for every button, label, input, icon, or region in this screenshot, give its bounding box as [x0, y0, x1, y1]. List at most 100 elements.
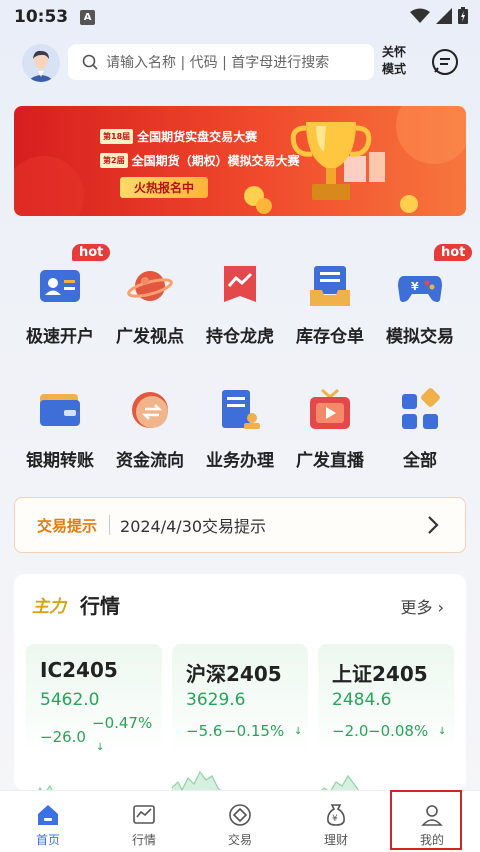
mine-tab-highlight-box — [390, 790, 462, 850]
search-placeholder: 请输入名称 | 代码 | 首字母进行搜索 — [106, 55, 330, 71]
nav-label: 交易 — [227, 833, 252, 847]
contract-name: IC2405 — [40, 658, 118, 682]
hot-badge: hot — [434, 244, 473, 261]
market-title: 行情 — [80, 594, 120, 618]
nav-wealth[interactable]: ¥ 理财 — [288, 791, 384, 852]
header: 请输入名称 | 代码 | 首字母进行搜索 关怀模式 — [0, 40, 480, 86]
tips-divider — [109, 515, 111, 535]
id-card-icon — [40, 270, 80, 302]
banner-tag-1: 第18届 — [100, 129, 134, 144]
grid-item-warehouse-receipt[interactable]: 库存仓单 — [284, 262, 376, 372]
exchange-coin-icon — [132, 392, 168, 428]
grid-item-position-ranking[interactable]: 持仓龙虎 — [194, 262, 286, 372]
down-arrow-icon: ↓ — [438, 726, 447, 737]
banner-title-1: 全国期货实盘交易大赛 — [137, 130, 258, 144]
message-icon[interactable] — [430, 47, 460, 77]
banner-title-2: 全国期货（期权）模拟交易大赛 — [131, 154, 300, 168]
trophy-icon — [290, 122, 372, 200]
grid-label: 极速开户 — [26, 327, 94, 347]
contract-price: 2484.6 — [332, 690, 392, 710]
grid-item-bank-futures-transfer[interactable]: 银期转账 — [14, 386, 106, 496]
contract-pct: −0.08% — [368, 722, 429, 740]
nav-label: 首页 — [35, 833, 60, 847]
signal-icon — [436, 7, 452, 24]
notification-icon: A — [80, 9, 96, 25]
contract-change: −2.0 — [332, 722, 369, 740]
market-card-sz2405[interactable]: 上证2405 2484.6 −2.0 −0.08% ↓ — [318, 644, 454, 790]
apps-grid-icon — [402, 388, 440, 429]
user-avatar-icon — [22, 44, 60, 82]
trend-flag-icon — [224, 266, 256, 302]
grid-label: 模拟交易 — [386, 327, 454, 347]
money-bag-icon: ¥ — [327, 804, 345, 826]
grid-item-gf-viewpoint[interactable]: 广发视点 — [104, 262, 196, 372]
contract-price: 3629.6 — [186, 690, 246, 710]
tv-play-icon — [310, 388, 350, 429]
inbox-icon — [310, 266, 350, 306]
down-arrow-icon: ↓ — [294, 726, 303, 737]
gamepad-icon: ¥ — [398, 276, 442, 302]
chart-icon — [133, 805, 155, 824]
search-input[interactable]: 请输入名称 | 代码 | 首字母进行搜索 — [68, 44, 374, 80]
nav-home[interactable]: 首页 — [0, 791, 96, 852]
contract-change: −26.0 — [40, 728, 86, 746]
banner-tag-2: 第2届 — [100, 153, 128, 168]
nav-label: 理财 — [323, 833, 348, 847]
grid-item-all[interactable]: 全部 — [374, 386, 466, 496]
svg-text:¥: ¥ — [411, 280, 419, 293]
grid-item-simulated-trading[interactable]: ¥ 模拟交易 — [374, 262, 466, 372]
more-label: 更多 — [400, 598, 433, 617]
sparkline — [321, 774, 360, 790]
grid-label: 业务办理 — [206, 451, 274, 471]
main-market-section: 主力 行情 更多 › IC2405 5462.0 −0.47% −26.0 ↓ … — [14, 574, 466, 790]
grid-label: 持仓龙虎 — [206, 327, 274, 347]
sparkline — [172, 770, 221, 790]
wallet-icon — [40, 394, 80, 426]
chevron-right-icon: › — [437, 598, 444, 617]
tips-title: 交易提示 — [37, 516, 98, 535]
promo-banner[interactable]: 第18届 全国期货实盘交易大赛 第2届 全国期货（期权）模拟交易大赛 火热报名中 — [14, 106, 466, 216]
planet-icon — [127, 271, 173, 301]
home-icon — [38, 805, 58, 825]
banner-cta: 火热报名中 — [120, 177, 209, 198]
grid-label: 资金流向 — [116, 451, 184, 471]
hot-badge: hot — [72, 244, 111, 261]
battery-icon — [458, 7, 468, 24]
trading-tips-bar[interactable]: 交易提示 2024/4/30交易提示 — [14, 497, 466, 553]
status-time: 10:53 — [14, 7, 69, 27]
trade-icon — [229, 804, 251, 826]
sparkline — [38, 784, 53, 790]
grid-item-fund-flow[interactable]: 资金流向 — [104, 386, 196, 496]
contract-name: 沪深2405 — [186, 662, 282, 686]
grid-label: 广发视点 — [116, 327, 184, 347]
market-card-ic2405[interactable]: IC2405 5462.0 −0.47% −26.0 ↓ — [26, 644, 162, 790]
search-icon — [82, 54, 98, 70]
avatar[interactable] — [22, 44, 60, 82]
contract-price: 5462.0 — [40, 690, 100, 710]
contract-change: −5.6 — [186, 722, 223, 740]
market-more-link[interactable]: 更多 › — [400, 594, 444, 618]
grid-label: 全部 — [403, 451, 437, 471]
tips-text: 2024/4/30交易提示 — [120, 517, 267, 536]
care-mode-button[interactable]: 关怀模式 — [382, 44, 412, 78]
nav-label: 行情 — [131, 833, 156, 847]
down-arrow-icon: ↓ — [96, 742, 105, 753]
nav-trade[interactable]: 交易 — [192, 791, 288, 852]
contract-name: 上证2405 — [332, 662, 428, 686]
svg-text:¥: ¥ — [332, 814, 338, 824]
grid-item-gf-live[interactable]: 广发直播 — [284, 386, 376, 496]
status-bar: 10:53 A — [0, 0, 480, 34]
market-logo: 主力 — [32, 597, 66, 617]
grid-item-business-handling[interactable]: 业务办理 — [194, 386, 286, 496]
grid-item-open-account[interactable]: 极速开户 — [14, 262, 106, 372]
nav-market[interactable]: 行情 — [96, 791, 192, 852]
grid-label: 银期转账 — [26, 451, 94, 471]
contract-pct: −0.47% — [92, 714, 153, 732]
contract-pct: −0.15% — [224, 722, 285, 740]
document-stamp-icon — [222, 390, 260, 429]
grid-label: 广发直播 — [296, 451, 364, 471]
chevron-right-icon — [428, 516, 439, 534]
grid-label: 库存仓单 — [296, 327, 364, 347]
wifi-icon — [410, 8, 430, 23]
market-card-hs2405[interactable]: 沪深2405 3629.6 −5.6 −0.15% ↓ — [172, 644, 308, 790]
